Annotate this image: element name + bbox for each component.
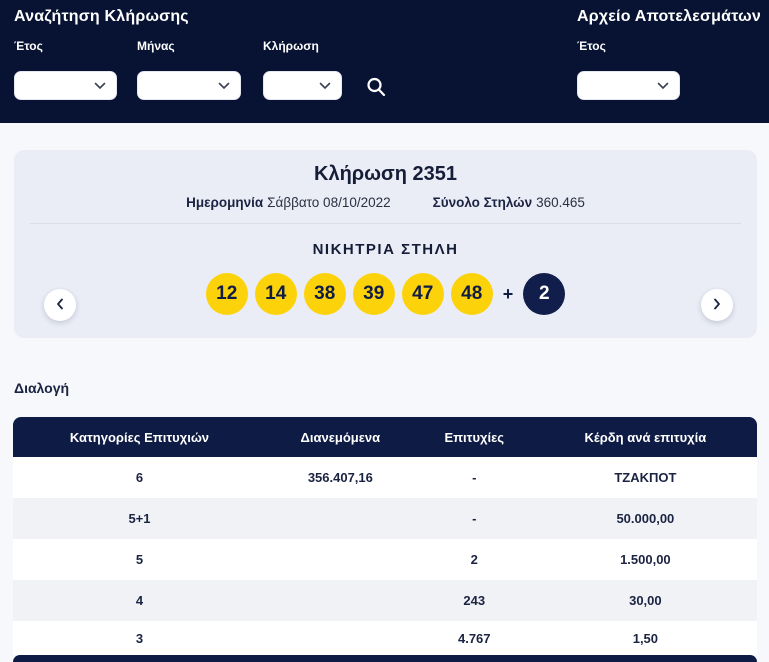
lottery-ball: 12 [205, 273, 248, 315]
chevron-down-icon [94, 82, 106, 90]
draw-info-row: Ημερομηνία Σάββατο 08/10/2022 Σύνολο Στηλ… [14, 195, 757, 210]
winning-column-title: ΝΙΚΗΤΡΙΑ ΣΤΗΛΗ [312, 241, 459, 258]
archive-year-select[interactable] [577, 71, 680, 100]
year-select[interactable] [14, 71, 117, 100]
month-select[interactable] [137, 71, 241, 100]
plus-sign: + [502, 283, 514, 304]
chevron-down-icon [319, 82, 331, 90]
lottery-ball: 14 [254, 273, 297, 315]
lottery-ball: 38 [303, 273, 346, 315]
search-header-bar: Αναζήτηση Κλήρωσης Αρχείο Αποτελεσμάτων … [0, 0, 769, 123]
next-draw-button[interactable] [701, 289, 733, 321]
category-cell: 4 [135, 593, 144, 608]
table-row: 3 4.767 1,50 [13, 621, 757, 655]
year-label: Έτος [14, 39, 43, 53]
total-columns-label: Σύνολο Στηλών [432, 195, 533, 210]
distributed-cell: 356.407,16 [307, 470, 373, 485]
table-row: 6 356.407,16 - ΤΖΑΚΠΟΤ [13, 457, 757, 498]
draw-date-label: Ημερομηνία [186, 195, 264, 210]
draw-date-value: Σάββατο 08/10/2022 [267, 195, 391, 210]
next-section-header-strip [13, 655, 757, 662]
column-header-categories: Κατηγορίες Επιτυχιών [69, 429, 210, 445]
draw-date: Ημερομηνία Σάββατο 08/10/2022 [186, 195, 391, 210]
draw-select[interactable] [263, 71, 342, 100]
winners-cell: - [472, 470, 477, 485]
lottery-ball: 48 [450, 273, 493, 315]
column-header-prize: Κέρδη ανά επιτυχία [584, 429, 707, 445]
winners-cell: 2 [470, 552, 478, 567]
chevron-down-icon [218, 82, 230, 90]
prize-cell: 1,50 [632, 630, 659, 646]
table-row: 5 2 1.500,00 [13, 539, 757, 580]
chevron-left-icon [55, 298, 65, 313]
draw-title: Κλήρωση 2351 [314, 163, 457, 185]
prize-cell: 30,00 [629, 593, 662, 608]
lottery-ball: 39 [352, 273, 395, 315]
category-cell: 5 [135, 552, 144, 567]
archive-year-label: Έτος [577, 39, 606, 53]
winners-table: Κατηγορίες Επιτυχιών Διανεμόμενα Επιτυχί… [13, 417, 757, 662]
search-section-title: Αναζήτηση Κλήρωσης [14, 8, 189, 25]
prize-cell: ΤΖΑΚΠΟΤ [614, 470, 677, 485]
draw-result-card: Κλήρωση 2351 Ημερομηνία Σάββατο 08/10/202… [14, 150, 757, 338]
winners-cell: 4.767 [457, 630, 491, 646]
month-label: Μήνας [137, 39, 175, 53]
prize-cell: 50.000,00 [616, 511, 675, 526]
previous-draw-button[interactable] [44, 289, 76, 321]
winners-cell: 243 [463, 593, 486, 608]
category-cell: 6 [135, 470, 144, 485]
winners-cell: - [472, 511, 477, 526]
column-header-distributed: Διανεμόμενα [300, 429, 381, 445]
lottery-ball: 47 [401, 273, 444, 315]
draw-label: Κλήρωση [263, 39, 319, 53]
winners-section-label: Διαλογή [14, 380, 70, 396]
table-header-row: Κατηγορίες Επιτυχιών Διανεμόμενα Επιτυχί… [13, 417, 757, 457]
column-header-winners: Επιτυχίες [444, 429, 505, 445]
table-row: 4 243 30,00 [13, 580, 757, 621]
category-cell: 5+1 [128, 511, 151, 526]
prize-cell: 1.500,00 [620, 552, 671, 567]
total-columns-value: 360.465 [536, 195, 585, 210]
divider [30, 223, 741, 224]
search-button[interactable] [364, 75, 388, 99]
chevron-right-icon [712, 298, 722, 313]
table-row: 5+1 - 50.000,00 [13, 498, 757, 539]
archive-section-title: Αρχείο Αποτελεσμάτων [577, 8, 761, 25]
joker-ball: 2 [523, 273, 566, 315]
total-columns: Σύνολο Στηλών 360.465 [433, 195, 585, 210]
search-icon [364, 75, 388, 99]
chevron-down-icon [657, 82, 669, 90]
winning-numbers-row: 12 14 38 39 47 48 + 2 [14, 273, 757, 315]
category-cell: 3 [135, 630, 144, 646]
